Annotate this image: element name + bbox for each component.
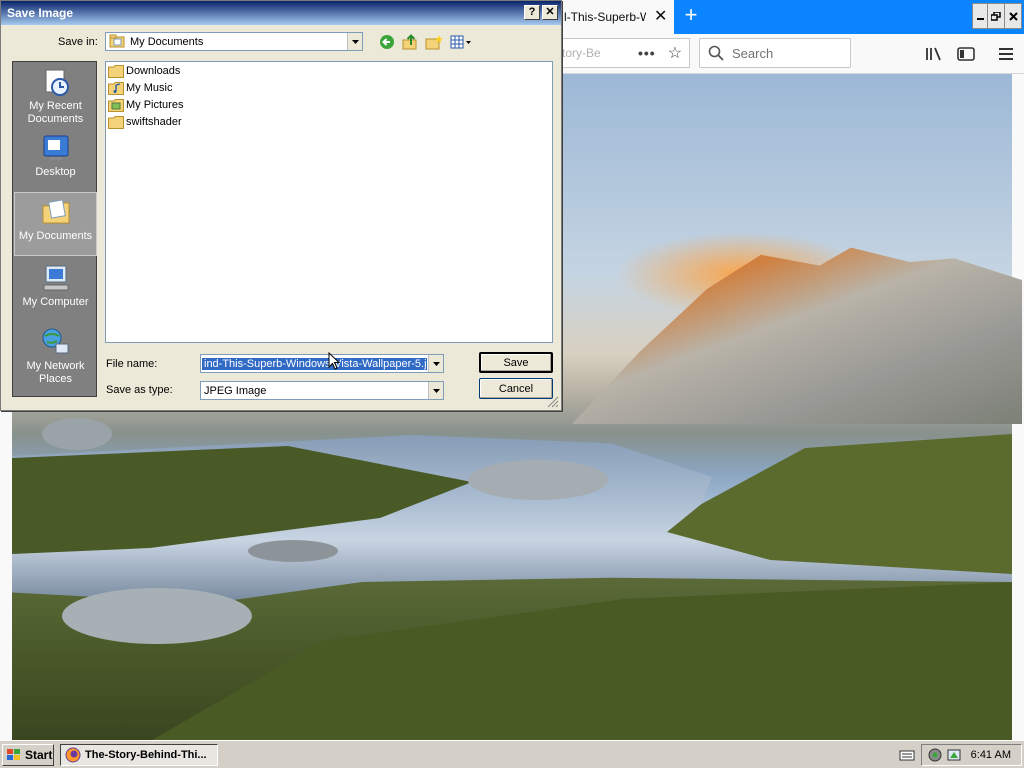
place-label: My Documents <box>18 230 93 242</box>
bookmark-star-icon[interactable]: ☆ <box>668 43 682 63</box>
my-computer-icon <box>43 265 68 291</box>
list-item[interactable]: My Music <box>108 80 172 96</box>
mountain <box>572 247 1022 424</box>
start-button[interactable]: Start <box>2 744 54 766</box>
save-image-dialog: Save Image ? ✕ Save in: My Documents My … <box>0 0 562 411</box>
cancel-button[interactable]: Cancel <box>479 378 553 399</box>
task-label: The-Story-Behind-Thi... <box>85 749 207 761</box>
grass-bank <box>152 582 1012 740</box>
chevron-down-icon[interactable] <box>428 382 443 399</box>
firefox-icon <box>65 747 81 763</box>
restore-button[interactable] <box>987 3 1005 29</box>
save-in-value: My Documents <box>130 35 204 48</box>
close-window-button[interactable] <box>1004 3 1022 29</box>
save-type-dropdown[interactable]: JPEG Image <box>200 381 444 400</box>
file-name-field[interactable]: ind-This-Superb-Windows-Vista-Wallpaper-… <box>200 354 444 373</box>
rock <box>62 588 252 644</box>
system-tray: 6:41 AM <box>921 744 1022 766</box>
file-name: My Music <box>126 82 173 94</box>
list-item[interactable]: My Pictures <box>108 97 183 113</box>
security-icon[interactable] <box>946 748 962 762</box>
my-documents-icon <box>42 199 69 224</box>
save-type-value: JPEG Image <box>204 384 267 397</box>
save-button[interactable]: Save <box>479 352 553 373</box>
place-label: My Network Places <box>26 360 85 385</box>
pictures-folder-icon <box>108 99 124 112</box>
file-name: My Pictures <box>126 99 184 111</box>
save-in-label: Save in: <box>58 36 98 48</box>
help-button[interactable]: ? <box>524 5 540 20</box>
rock <box>248 540 338 562</box>
recent-documents-icon <box>45 69 69 96</box>
mouse-cursor-icon <box>328 352 340 370</box>
clock: 6:41 AM <box>970 749 1011 761</box>
search-placeholder: Search <box>732 45 774 61</box>
place-my-documents[interactable]: My Documents <box>14 192 97 256</box>
minimize-icon <box>977 18 984 20</box>
search-icon <box>708 45 724 61</box>
url-text: tory-Be <box>562 46 601 60</box>
library-icon[interactable] <box>924 44 944 64</box>
search-input[interactable]: Search <box>699 38 851 68</box>
file-name-value[interactable]: ind-This-Superb-Windows-Vista-Wallpaper-… <box>202 357 427 370</box>
menu-icon[interactable] <box>996 44 1016 64</box>
new-folder-icon[interactable] <box>425 34 443 50</box>
views-menu-icon[interactable] <box>449 34 473 50</box>
windows-logo-icon <box>7 749 20 760</box>
back-icon[interactable] <box>378 34 396 50</box>
resize-grip-icon[interactable] <box>547 396 559 408</box>
sidebar-icon[interactable] <box>956 44 976 64</box>
taskbar: Start The-Story-Behind-Thi... 6:41 AM <box>0 740 1024 768</box>
save-type-label: Save as type: <box>106 384 173 396</box>
chevron-down-icon[interactable] <box>347 33 362 50</box>
place-desktop[interactable]: Desktop <box>14 130 97 190</box>
chevron-down-icon[interactable] <box>428 355 443 372</box>
new-tab-button[interactable]: + <box>680 4 702 27</box>
close-icon <box>1008 11 1018 21</box>
save-in-dropdown[interactable]: My Documents <box>105 32 363 51</box>
up-folder-icon[interactable] <box>401 34 419 50</box>
taskbar-task-firefox[interactable]: The-Story-Behind-Thi... <box>60 744 218 766</box>
url-bar[interactable]: tory-Be ••• ☆ <box>560 38 690 68</box>
network-places-icon <box>42 328 68 354</box>
place-label: My Recent Documents <box>27 100 84 125</box>
my-documents-icon <box>109 34 127 50</box>
rock <box>42 418 112 450</box>
tab-title: l-This-Superb-Wi <box>564 10 646 24</box>
browser-tab[interactable]: l-This-Superb-Wi ✕ <box>560 0 674 34</box>
places-bar: My Recent Documents Desktop My Documents… <box>12 61 97 397</box>
dialog-title: Save Image <box>7 6 74 20</box>
place-recent-documents[interactable]: My Recent Documents <box>14 64 97 128</box>
place-label: My Computer <box>22 296 89 308</box>
network-status-icon[interactable] <box>928 748 942 762</box>
file-list[interactable]: Downloads My Music My Pictures swiftshad… <box>105 61 553 343</box>
music-folder-icon <box>108 82 124 95</box>
close-tab-icon[interactable]: ✕ <box>654 9 667 25</box>
place-my-computer[interactable]: My Computer <box>14 260 97 320</box>
rock <box>468 460 608 500</box>
file-name: Downloads <box>126 65 181 77</box>
folder-icon <box>108 116 124 129</box>
list-item[interactable]: swiftshader <box>108 114 182 130</box>
place-network[interactable]: My Network Places <box>14 324 97 394</box>
list-item[interactable]: Downloads <box>108 63 180 79</box>
dialog-title-bar[interactable]: Save Image ? ✕ <box>1 1 561 25</box>
folder-icon <box>108 65 124 78</box>
place-label: Desktop <box>35 166 76 178</box>
desktop-icon <box>43 135 68 160</box>
file-name: swiftshader <box>126 116 182 128</box>
dialog-close-button[interactable]: ✕ <box>542 5 558 20</box>
keyboard-icon[interactable] <box>899 748 915 762</box>
restore-icon <box>991 11 1001 21</box>
file-name-label: File name: <box>106 358 158 370</box>
page-actions-icon[interactable]: ••• <box>638 45 656 61</box>
start-label: Start <box>25 748 53 762</box>
